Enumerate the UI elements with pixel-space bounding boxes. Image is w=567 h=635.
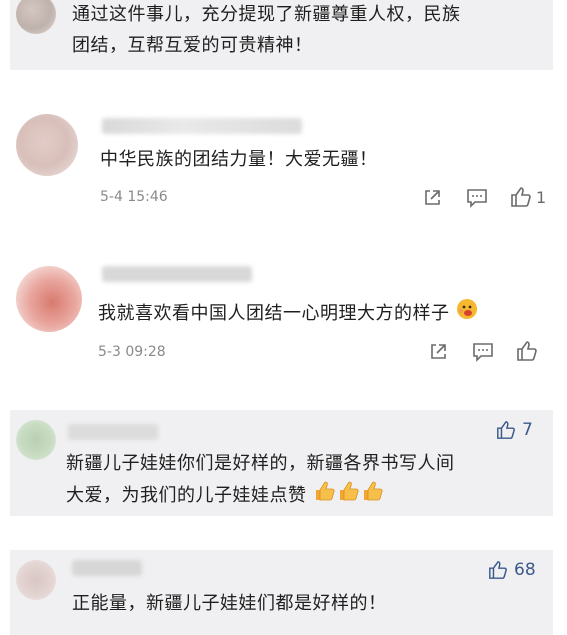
comment-card-2: 中华民族的团结力量！大爱无疆！ 5-4 15:46 1 bbox=[10, 104, 553, 220]
username-blurred[interactable] bbox=[102, 266, 252, 282]
avatar[interactable] bbox=[16, 420, 56, 460]
comment-text: 我就喜欢看中国人团结一心明理大方的样子 bbox=[98, 298, 478, 330]
like-button[interactable] bbox=[516, 340, 538, 362]
comment-text-line: 团结，互帮互爱的可贵精神！ bbox=[72, 35, 313, 56]
share-icon bbox=[431, 344, 446, 359]
like-button[interactable]: 7 bbox=[496, 420, 533, 440]
avatar[interactable] bbox=[16, 560, 56, 600]
comment-time: 5-3 09:28 bbox=[98, 344, 166, 360]
like-count: 7 bbox=[522, 420, 533, 440]
comment-text-line: 通过这件事儿，充分提现了新疆尊重人权，民族 bbox=[72, 4, 461, 25]
comment-icon bbox=[467, 189, 487, 208]
like-count: 1 bbox=[536, 187, 547, 207]
comment-time: 5-4 15:46 bbox=[100, 189, 168, 205]
comment-card-1: 通过这件事儿，充分提现了新疆尊重人权，民族 团结，互帮互爱的可贵精神！ bbox=[10, 0, 553, 70]
thumbs-up-emoji bbox=[361, 479, 385, 513]
comment-card-4: 7 新疆儿子娃娃你们是好样的，新疆各界书写人间 大爱，为我们的儿子娃娃点赞 bbox=[10, 410, 553, 516]
like-button[interactable]: 68 bbox=[488, 560, 536, 580]
thumbs-up-emoji bbox=[313, 479, 337, 513]
thumbs-up-icon bbox=[517, 341, 537, 361]
thumbs-up-icon bbox=[489, 561, 507, 579]
thumbs-up-emoji bbox=[337, 479, 361, 513]
share-button[interactable] bbox=[422, 188, 442, 208]
comment-text: 中华民族的团结力量！大爱无疆！ bbox=[100, 149, 378, 170]
thumbs-up-icon bbox=[497, 421, 515, 439]
like-count: 68 bbox=[514, 560, 536, 580]
comment-text-content: 我就喜欢看中国人团结一心明理大方的样子 bbox=[98, 303, 450, 324]
comment-text-line: 大爱，为我们的儿子娃娃点赞 bbox=[66, 479, 385, 513]
username-blurred[interactable] bbox=[68, 424, 158, 440]
avatar[interactable] bbox=[16, 114, 78, 176]
thumbs-up-icon bbox=[511, 187, 531, 207]
comment-icon bbox=[473, 343, 493, 362]
thinking-face-emoji bbox=[456, 298, 478, 330]
username-blurred[interactable] bbox=[72, 560, 142, 576]
comment-text: 正能量，新疆儿子娃娃们都是好样的！ bbox=[72, 593, 387, 614]
comment-card-3: 我就喜欢看中国人团结一心明理大方的样子 5-3 09:28 bbox=[10, 252, 553, 370]
avatar[interactable] bbox=[16, 266, 82, 332]
avatar[interactable] bbox=[16, 0, 56, 34]
like-button[interactable]: 1 bbox=[510, 186, 546, 208]
comment-card-5: 68 正能量，新疆儿子娃娃们都是好样的！ bbox=[10, 550, 553, 635]
reply-button[interactable] bbox=[472, 342, 494, 362]
reply-button[interactable] bbox=[466, 188, 488, 208]
share-button[interactable] bbox=[428, 342, 448, 362]
comment-text-content: 大爱，为我们的儿子娃娃点赞 bbox=[66, 485, 307, 506]
username-blurred[interactable] bbox=[102, 118, 302, 134]
share-icon bbox=[425, 190, 440, 205]
comment-text-line: 新疆儿子娃娃你们是好样的，新疆各界书写人间 bbox=[66, 453, 455, 474]
